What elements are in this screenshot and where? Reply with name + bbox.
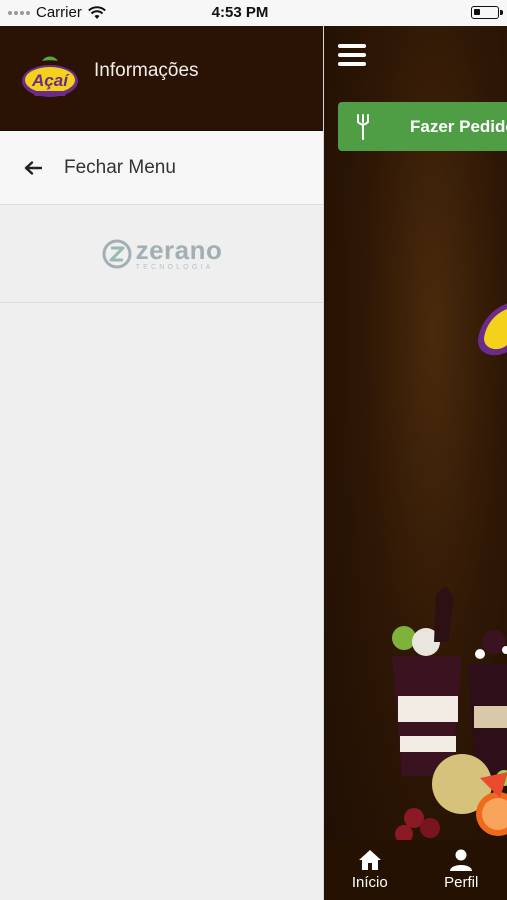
app-screen: Carrier 4:53 PM Açaí Informações Fechar … — [0, 0, 507, 900]
drawer-title: Informações — [94, 60, 199, 81]
arrow-left-icon — [24, 160, 42, 175]
acai-mascot-image — [477, 303, 507, 356]
acai-cups-image — [392, 586, 507, 843]
side-drawer: Açaí Informações Fechar Menu zerano TECN… — [0, 26, 324, 900]
zerano-logo: zerano TECNOLOGIA — [101, 237, 223, 271]
bottom-tab-bar: Início Perfil — [324, 840, 507, 900]
svg-text:Açaí: Açaí — [31, 71, 70, 90]
close-menu-button[interactable]: Fechar Menu — [0, 131, 323, 205]
tab-profile-label: Perfil — [444, 874, 479, 891]
status-bar: Carrier 4:53 PM — [0, 0, 507, 26]
brand-name: zerano — [135, 234, 223, 265]
battery-icon — [471, 6, 503, 19]
home-icon — [358, 850, 381, 870]
order-button[interactable]: Fazer Pedido — [338, 102, 507, 151]
acai-logo: Açaí — [22, 56, 78, 97]
close-menu-label: Fechar Menu — [64, 156, 176, 178]
tab-home-label: Início — [351, 874, 388, 891]
menu-icon[interactable] — [338, 44, 366, 68]
order-button-label: Fazer Pedido — [410, 116, 507, 136]
main-content: Fazer Pedido Início Perfil — [324, 26, 507, 900]
fork-icon — [357, 113, 369, 140]
zerano-mark-icon — [102, 239, 132, 268]
user-icon — [450, 849, 473, 871]
brand-row: zerano TECNOLOGIA — [0, 205, 323, 303]
drawer-header: Açaí Informações — [0, 26, 323, 131]
clock: 4:53 PM — [211, 4, 269, 21]
tab-profile[interactable]: Perfil — [416, 840, 507, 900]
tab-home[interactable]: Início — [324, 840, 416, 900]
brand-subtitle: TECNOLOGIA — [135, 263, 214, 271]
